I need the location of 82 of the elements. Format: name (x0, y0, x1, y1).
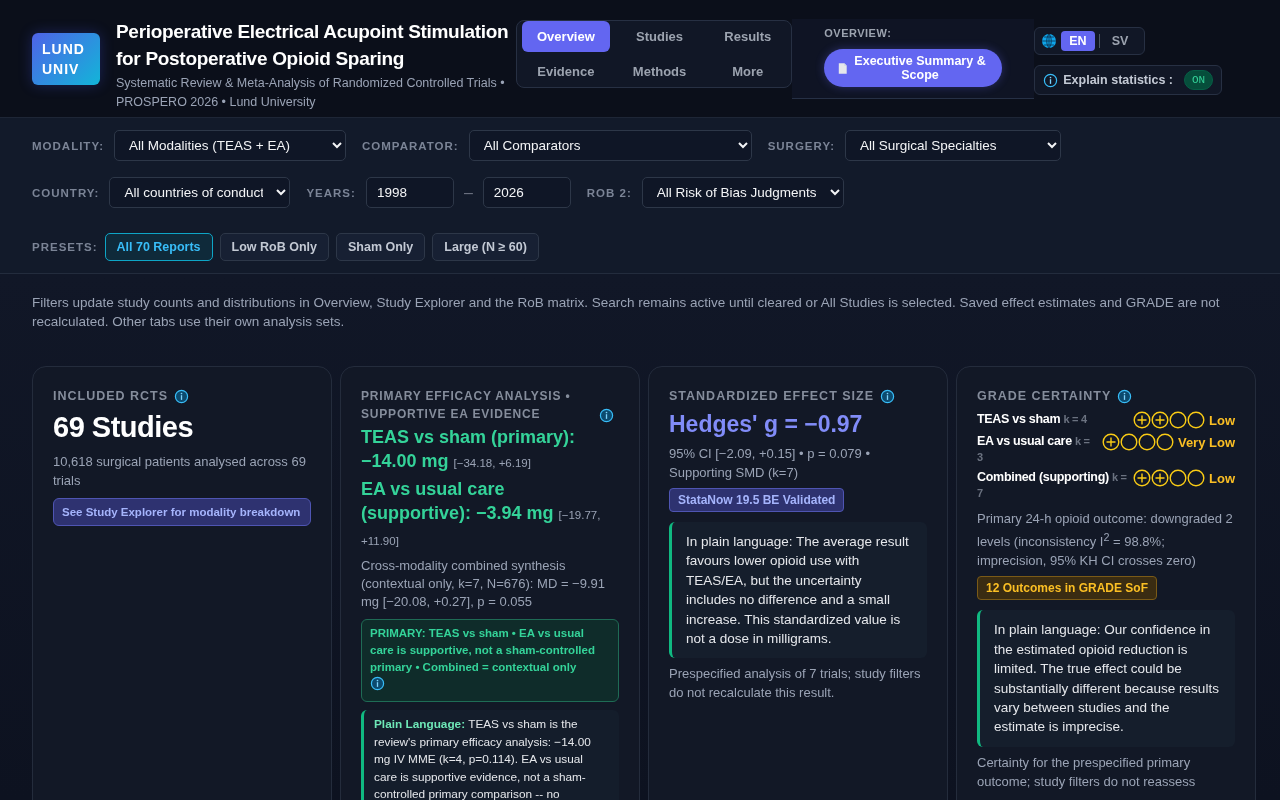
card-detail: 95% CI [−2.09, +0.15] • p = 0.079 • Supporting SMD (k=7) (669, 445, 871, 482)
grade-comparison: TEAS vs sham k = 4 (977, 411, 1087, 427)
grade-comparison: EA vs usual care k = 3 (977, 433, 1091, 465)
preset-button[interactable]: Low RoB Only (219, 233, 329, 261)
explorer-link[interactable]: See Study Explorer for modality breakdown (53, 498, 311, 526)
plus-circle-icon (1151, 411, 1169, 429)
nav-tab[interactable]: Methods (617, 56, 702, 87)
effect-size: Hedges' g = −0.97 (669, 411, 864, 438)
circle-icon (1187, 411, 1205, 429)
card-footnote: Prespecified analysis of 7 trials; study filters do not recalculate this result. (669, 665, 922, 703)
year-from-field[interactable]: 1998 (365, 177, 454, 208)
effect-estimate: TEAS vs sham (primary): −14.00 mg [−34.18, +6.19] (361, 426, 577, 473)
explain-label: Explain statistics : (1063, 73, 1173, 87)
outcomes-badge: 12 Outcomes in GRADE SoF (977, 576, 1158, 601)
info-icon[interactable] (880, 388, 896, 404)
logo: LUND UNIV (32, 33, 100, 85)
toggle-switch[interactable]: ON (1184, 70, 1214, 90)
plain-language-text: In plain language: Our confidence in the estimated opioid reduction is limited. The true effect could be substantially different because results vary between studies and the estimate is imprecise. (977, 610, 1235, 747)
nav-tab[interactable]: Studies (617, 21, 702, 52)
filter-note: Filters update study counts and distributions in Overview, Study Explorer and the RoB matrix. Search remains active until cleared or All Studies is selected. Saved effect estimates and GRADE are not recalculated. Other tabs use their own analysis sets. (32, 294, 1221, 331)
filter-label: COUNTRY: (32, 186, 100, 199)
info-icon[interactable] (1043, 72, 1059, 88)
nav-tab[interactable]: Results (709, 21, 787, 52)
language-option[interactable]: SV (1103, 31, 1137, 51)
circle-icon (1169, 469, 1187, 487)
nav-tab[interactable]: Evidence (522, 56, 610, 87)
filter-label: MODALITY: (32, 139, 105, 152)
filter-label: YEARS: (306, 186, 356, 199)
nav-tab[interactable]: More (709, 56, 787, 87)
plus-circle-icon (1101, 433, 1120, 451)
section-label: OVERVIEW: (824, 27, 893, 39)
language-option[interactable]: EN (1061, 31, 1095, 51)
study-count: 69 Studies (53, 411, 195, 444)
range-separator: – (463, 183, 473, 202)
page-title: Perioperative Electrical Acupoint Stimulation for Postoperative Opioid Sparing (116, 20, 510, 71)
card-title: GRADE CERTAINTY (977, 387, 1235, 405)
validation-badge: StataNow 19.5 BE Validated (669, 488, 845, 512)
card-title: INCLUDED RCTS (53, 388, 169, 405)
filter-select[interactable]: All Risk of Bias Judgments (641, 177, 844, 208)
circle-icon (1119, 433, 1138, 451)
card-title: PRIMARY EFFICACY ANALYSIS • SUPPORTIVE EA EVIDENCE (361, 388, 572, 423)
filter-select[interactable]: All Comparators (468, 130, 752, 161)
circle-icon (1137, 433, 1156, 451)
card-title: STANDARDIZED EFFECT SIZE (669, 387, 927, 405)
filter-select[interactable]: All countries of conduct (109, 177, 291, 208)
plus-circle-icon (1133, 469, 1151, 487)
summary-button[interactable]: Executive Summary & Scope (824, 49, 1003, 87)
plus-circle-icon (1133, 411, 1151, 429)
plain-language-text: Plain Language: TEAS vs sham is the review's primary efficacy analysis: −14.00 mg IV MME (k=4, p=0.114). EA vs usual care is supportive evidence, not a sham-controlled primary comparison -- no (361, 710, 619, 800)
info-icon[interactable] (174, 388, 190, 404)
nav-tab[interactable]: Overview (522, 21, 610, 52)
info-icon[interactable] (1117, 388, 1133, 404)
info-icon[interactable] (370, 676, 385, 691)
effect-estimate: EA vs usual care (supportive): −3.94 mg [−19.77, +11.90] (361, 478, 602, 549)
presets-label: PRESETS: (32, 241, 98, 253)
preset-button[interactable]: Sham Only (336, 233, 426, 261)
filter-label: COMPARATOR: (362, 139, 459, 152)
preset-button[interactable]: Large (N ≥ 60) (432, 233, 539, 261)
card-detail: Cross-modality combined synthesis (contextual only, k=7, N=676): MD = −9.91 mg [−20.08, +0.27], p = 0.055 (361, 557, 606, 611)
document-icon (838, 60, 848, 76)
filter-select[interactable]: All Modalities (TEAS + EA) (114, 130, 347, 161)
circle-icon (1187, 469, 1205, 487)
grade-comparison: Combined (supporting) k = 7 (977, 469, 1127, 501)
preset-button[interactable]: All 70 Reports (104, 233, 213, 261)
callout-text: PRIMARY: TEAS vs sham • EA vs usual care is supportive, not a sham-controlled primary • Combined = contextual only (370, 626, 596, 675)
card-detail: 10,618 surgical patients analysed across 69 trials (53, 453, 307, 490)
circle-icon (1169, 411, 1187, 429)
card-detail: Primary 24-h opioid outcome: downgraded 2 levels (inconsistency I$^{2}$ = 98.8%; imprecision, 95% KH CI crosses zero) (977, 510, 1234, 571)
plain-language-text: In plain language: The average result favours lower opioid use with TEAS/EA, but the uncertainty includes no difference and a small increase. This standardized value is not a dose in milligrams. (669, 522, 927, 659)
card-footnote: Certainty for the prespecified primary outcome; study filters do not reassess (977, 753, 1197, 791)
filter-label: ROB 2: (586, 186, 632, 199)
circle-icon (1155, 433, 1174, 451)
filter-label: SURGERY: (767, 139, 836, 152)
certainty-level: Low (1209, 470, 1235, 486)
globe-icon (1041, 33, 1058, 49)
filter-select[interactable]: All Surgical Specialties (845, 130, 1062, 161)
year-to-field[interactable]: 2026 (482, 177, 571, 208)
page-subtitle: Systematic Review & Meta-Analysis of Randomized Controlled Trials • PROSPERO 2026 • Lund University (116, 75, 506, 111)
certainty-level: Very Low (1177, 434, 1235, 450)
certainty-level: Low (1209, 412, 1235, 428)
info-icon[interactable] (599, 408, 614, 423)
plus-circle-icon (1151, 469, 1169, 487)
